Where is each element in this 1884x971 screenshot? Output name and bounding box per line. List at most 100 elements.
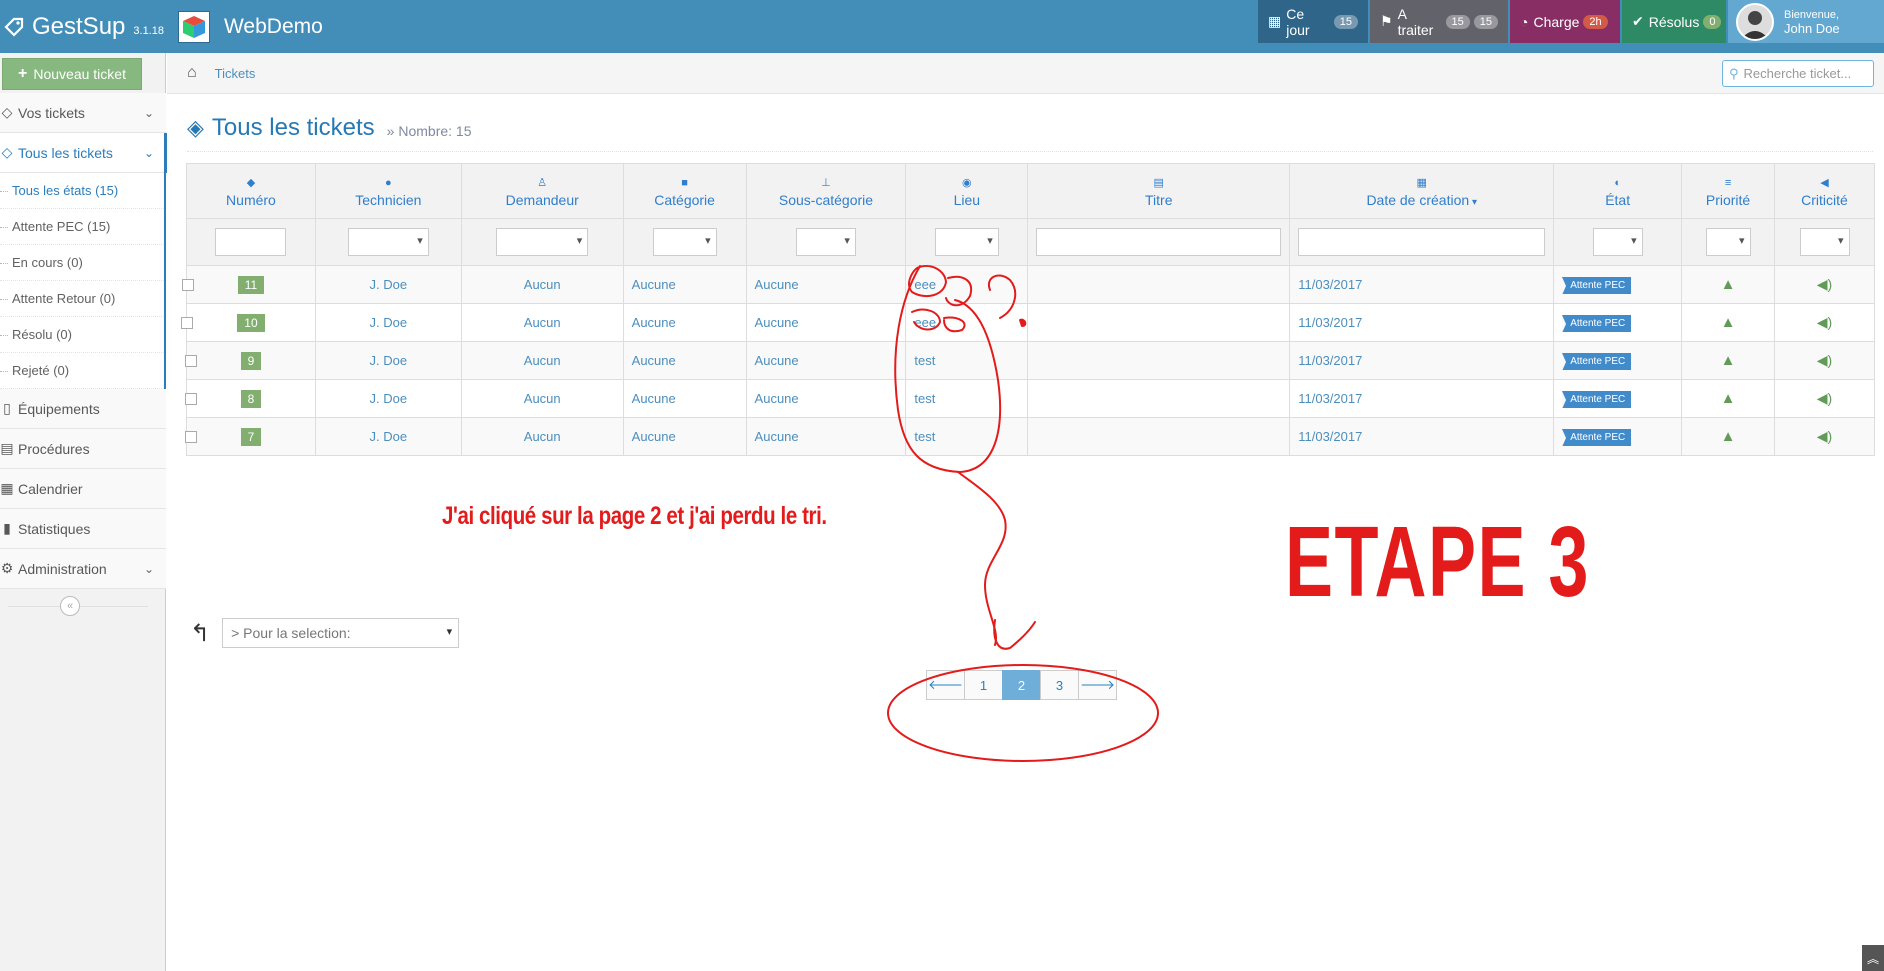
cell-requester[interactable]: Aucun [460, 303, 624, 342]
cell-technician[interactable]: J. Doe [314, 379, 462, 418]
filter-criticality-select[interactable] [1799, 228, 1850, 256]
col-subcategory[interactable]: ⊥ Sous-catégorie [745, 163, 907, 219]
filter-category-select[interactable] [652, 228, 717, 256]
ticket-number-badge[interactable]: 7 [240, 427, 262, 446]
col-priority[interactable]: ≡ Priorité [1681, 163, 1775, 219]
cell-category[interactable]: Aucune [622, 341, 747, 380]
breadcrumb-tickets[interactable]: Tickets [215, 66, 256, 81]
cell-subcategory[interactable]: Aucune [745, 417, 907, 456]
cell-title[interactable] [1027, 303, 1291, 342]
filter-title-input[interactable] [1036, 228, 1282, 256]
sub-item-waiting-pec[interactable]: Attente PEC (15) [0, 209, 164, 245]
filter-technician-select[interactable] [347, 228, 429, 256]
next-page-button[interactable]: 🡒 [1078, 670, 1117, 700]
cell-requester[interactable]: Aucun [460, 265, 624, 304]
cell-date[interactable]: 11/03/2017 [1289, 417, 1555, 456]
filter-number-input[interactable] [215, 228, 287, 256]
cell-technician[interactable]: J. Doe [314, 265, 462, 304]
sub-item-resolved[interactable]: Résolu (0) [0, 317, 164, 353]
row-checkbox[interactable] [181, 278, 194, 291]
cell-category[interactable]: Aucune [622, 265, 747, 304]
cell-subcategory[interactable]: Aucune [745, 265, 907, 304]
ticket-number-badge[interactable]: 8 [240, 389, 262, 408]
cell-location[interactable]: test [905, 417, 1029, 456]
cell-state[interactable]: Attente PEC [1553, 265, 1683, 304]
cell-location[interactable]: test [905, 379, 1029, 418]
col-created-date[interactable]: ▦ Date de création ▾ [1289, 163, 1555, 219]
col-technician[interactable]: ● Technicien [314, 163, 462, 219]
cell-technician[interactable]: J. Doe [314, 417, 462, 456]
col-location[interactable]: ◉ Lieu [905, 163, 1029, 219]
ticket-number-badge[interactable]: 9 [240, 351, 262, 370]
resolved-button[interactable]: ✔ Résolus 0 [1622, 0, 1726, 43]
filter-state-select[interactable] [1592, 228, 1643, 256]
cell-subcategory[interactable]: Aucune [745, 303, 907, 342]
cell-category[interactable]: Aucune [622, 379, 747, 418]
table-row[interactable]: 8 J. Doe Aucun Aucune Aucune test 11/03/… [184, 379, 1875, 418]
col-number[interactable]: ◆ Numéro [186, 163, 316, 219]
cell-title[interactable] [1027, 341, 1291, 380]
brand[interactable]: GestSup 3.1.18 WebDemo [0, 0, 323, 53]
cell-category[interactable]: Aucune [622, 303, 747, 342]
sidebar-item-calendar[interactable]: ▦ Calendrier [0, 469, 166, 509]
filter-priority-select[interactable] [1705, 228, 1751, 256]
cell-subcategory[interactable]: Aucune [745, 379, 907, 418]
cell-date[interactable]: 11/03/2017 [1289, 341, 1555, 380]
cell-location[interactable]: test [905, 341, 1029, 380]
cell-state[interactable]: Attente PEC [1553, 341, 1683, 380]
table-row[interactable]: 9 J. Doe Aucun Aucune Aucune test 11/03/… [184, 341, 1875, 380]
filter-requester-select[interactable] [496, 228, 589, 256]
todo-button[interactable]: ⚑ A traiter 15 15 [1370, 0, 1508, 43]
sidebar-item-equipment[interactable]: ▯ Équipements [0, 389, 166, 429]
bulk-action-select[interactable]: > Pour la selection: [222, 618, 460, 648]
cell-title[interactable] [1027, 379, 1291, 418]
row-checkbox[interactable] [184, 354, 197, 367]
user-menu[interactable]: Bienvenue, John Doe [1728, 0, 1884, 43]
charge-button[interactable]: ◔ Charge 2h [1510, 0, 1620, 43]
page-3-button[interactable]: 3 [1040, 670, 1079, 700]
cell-state[interactable]: Attente PEC [1553, 417, 1683, 456]
cell-date[interactable]: 11/03/2017 [1289, 265, 1555, 304]
page-1-button[interactable]: 1 [964, 670, 1003, 700]
new-ticket-button[interactable]: + Nouveau ticket [2, 58, 142, 90]
sidebar-item-statistics[interactable]: ▮ Statistiques [0, 509, 166, 549]
cell-location[interactable]: eee [905, 303, 1029, 342]
scroll-up-button[interactable]: ︽ [1862, 945, 1884, 971]
cell-state[interactable]: Attente PEC [1553, 303, 1683, 342]
cell-title[interactable] [1027, 265, 1291, 304]
table-row[interactable]: 11 J. Doe Aucun Aucune Aucune eee 11/03/… [181, 265, 1875, 304]
sub-item-in-progress[interactable]: En cours (0) [0, 245, 164, 281]
sub-item-rejected[interactable]: Rejeté (0) [0, 353, 164, 389]
cell-requester[interactable]: Aucun [460, 417, 624, 456]
sidebar-item-your-tickets[interactable]: ◇ Vos tickets ⌄ [0, 93, 166, 133]
col-category[interactable]: ■ Catégorie [622, 163, 747, 219]
filter-date-input[interactable] [1298, 228, 1546, 256]
today-button[interactable]: ▦ Ce jour 15 [1258, 0, 1368, 43]
ticket-number-badge[interactable]: 10 [237, 313, 265, 332]
cell-category[interactable]: Aucune [622, 417, 747, 456]
col-requester[interactable]: ♙ Demandeur [460, 163, 624, 219]
table-row[interactable]: 7 J. Doe Aucun Aucune Aucune test 11/03/… [184, 417, 1875, 456]
prev-page-button[interactable]: 🡐 [926, 670, 965, 700]
double-chevron-left-icon[interactable]: « [60, 596, 80, 616]
cell-state[interactable]: Attente PEC [1553, 379, 1683, 418]
row-checkbox[interactable] [184, 430, 197, 443]
home-icon[interactable]: ⌂ [187, 64, 197, 82]
filter-subcategory-select[interactable] [795, 228, 856, 256]
cell-subcategory[interactable]: Aucune [745, 341, 907, 380]
sub-item-all-states[interactable]: Tous les états (15) [0, 173, 164, 209]
cell-requester[interactable]: Aucun [460, 341, 624, 380]
filter-location-select[interactable] [934, 228, 999, 256]
cell-date[interactable]: 11/03/2017 [1289, 379, 1555, 418]
sidebar-item-procedures[interactable]: ▤ Procédures [0, 429, 166, 469]
col-criticality[interactable]: ◀ Criticité [1774, 163, 1875, 219]
cell-technician[interactable]: J. Doe [314, 303, 462, 342]
row-checkbox[interactable] [181, 316, 194, 329]
sub-item-waiting-return[interactable]: Attente Retour (0) [0, 281, 164, 317]
row-checkbox[interactable] [184, 392, 197, 405]
cell-title[interactable] [1027, 417, 1291, 456]
cell-technician[interactable]: J. Doe [314, 341, 462, 380]
cell-location[interactable]: eee [905, 265, 1029, 304]
ticket-number-badge[interactable]: 11 [237, 275, 265, 294]
sidebar-item-all-tickets[interactable]: ◇ Tous les tickets ⌄ [0, 133, 167, 173]
